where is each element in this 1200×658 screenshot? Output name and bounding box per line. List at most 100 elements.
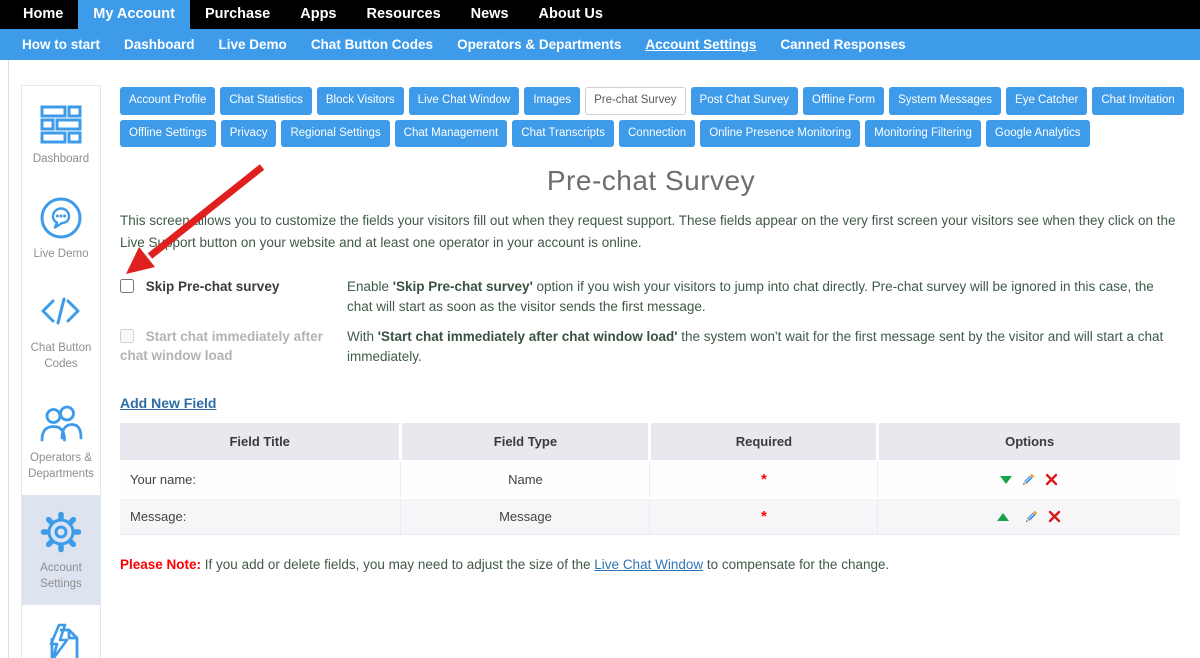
edit-pencil-icon[interactable] [1021, 472, 1036, 487]
please-note-text: Please Note: If you add or delete fields… [120, 557, 1182, 572]
settings-tabs-row-1: Account Profile Chat Statistics Block Vi… [120, 87, 1182, 115]
required-asterisk: * [761, 471, 767, 488]
top-nav: Home My Account Purchase Apps Resources … [0, 0, 1200, 29]
start-chat-label: Start chat immediately after chat window… [120, 329, 323, 364]
subnav-canned-responses[interactable]: Canned Responses [768, 29, 917, 60]
desc-bold-text: 'Skip Pre-chat survey' [393, 279, 533, 294]
tab-images[interactable]: Images [524, 87, 580, 115]
tab-eye-catcher[interactable]: Eye Catcher [1006, 87, 1087, 115]
main-content: Account Profile Chat Statistics Block Vi… [120, 60, 1182, 572]
table-row: Message: Message * [120, 498, 1180, 535]
tab-monitoring-filtering[interactable]: Monitoring Filtering [865, 120, 981, 148]
add-new-field-link[interactable]: Add New Field [120, 395, 216, 411]
sidebar-item-canned-responses[interactable]: Canned Responses [22, 605, 100, 658]
icon-sidebar: Dashboard Live Demo [21, 85, 101, 658]
tab-connection[interactable]: Connection [619, 120, 695, 148]
table-row: Your name: Name * [120, 461, 1180, 498]
col-header-required: Required [650, 423, 878, 461]
sidebar-item-label: Account Settings [25, 561, 97, 592]
gear-icon [39, 510, 83, 554]
sidebar-item-live-demo[interactable]: Live Demo [22, 181, 100, 276]
subnav-how-to-start[interactable]: How to start [10, 29, 112, 60]
skip-prechat-description: Enable 'Skip Pre-chat survey' option if … [347, 277, 1182, 318]
subnav-account-settings-label: Account Settings [645, 37, 756, 52]
field-type-cell: Message [401, 498, 650, 535]
fields-table: Field Title Field Type Required Options … [120, 423, 1180, 535]
move-up-icon[interactable] [997, 513, 1009, 521]
tab-regional-settings[interactable]: Regional Settings [281, 120, 389, 148]
tab-online-presence-monitoring[interactable]: Online Presence Monitoring [700, 120, 860, 148]
start-chat-option: Start chat immediately after chat window… [120, 327, 347, 366]
subnav-chat-button-codes[interactable]: Chat Button Codes [299, 29, 445, 60]
tab-pre-chat-survey[interactable]: Pre-chat Survey [585, 87, 685, 115]
sidebar-item-operators-departments[interactable]: Operators & Departments [22, 385, 100, 495]
tab-live-chat-window[interactable]: Live Chat Window [409, 87, 520, 115]
sidebar-item-label: Chat Button Codes [25, 341, 97, 372]
sidebar-item-account-settings[interactable]: Account Settings [22, 495, 100, 605]
tab-chat-statistics[interactable]: Chat Statistics [220, 87, 312, 115]
table-header-row: Field Title Field Type Required Options [120, 423, 1180, 461]
desc-text: Enable [347, 279, 393, 294]
col-header-options: Options [878, 423, 1180, 461]
desc-text: With [347, 329, 378, 344]
note-text: to compensate for the change. [703, 557, 889, 572]
subnav-dashboard[interactable]: Dashboard [112, 29, 207, 60]
sidebar-item-label: Operators & Departments [25, 451, 97, 482]
required-cell: * [650, 498, 878, 535]
required-asterisk: * [761, 508, 767, 525]
tab-offline-settings[interactable]: Offline Settings [120, 120, 216, 148]
subnav-live-demo[interactable]: Live Demo [207, 29, 299, 60]
survey-options: Skip Pre-chat survey Enable 'Skip Pre-ch… [120, 277, 1182, 367]
chat-bubble-icon [39, 196, 83, 240]
code-icon [39, 290, 83, 334]
top-nav-purchase[interactable]: Purchase [190, 0, 285, 29]
page-left-border [8, 60, 9, 658]
sidebar-item-chat-button-codes[interactable]: Chat Button Codes [22, 275, 100, 385]
tab-chat-transcripts[interactable]: Chat Transcripts [512, 120, 614, 148]
top-nav-apps[interactable]: Apps [285, 0, 351, 29]
sidebar-item-label: Live Demo [34, 247, 89, 263]
delete-x-icon[interactable] [1048, 510, 1061, 523]
top-nav-news[interactable]: News [456, 0, 524, 29]
subnav-account-settings[interactable]: Account Settings [633, 29, 768, 60]
please-note-prefix: Please Note: [120, 557, 201, 572]
tab-system-messages[interactable]: System Messages [889, 87, 1001, 115]
top-nav-home[interactable]: Home [8, 0, 78, 29]
delete-x-icon[interactable] [1045, 473, 1058, 486]
edit-pencil-icon[interactable] [1024, 509, 1039, 524]
top-nav-my-account[interactable]: My Account [78, 0, 190, 29]
tab-offline-form[interactable]: Offline Form [803, 87, 884, 115]
tab-chat-management[interactable]: Chat Management [395, 120, 508, 148]
lightning-page-icon [39, 620, 83, 658]
settings-tabs-row-2: Offline Settings Privacy Regional Settin… [120, 120, 1182, 148]
start-chat-description: With 'Start chat immediately after chat … [347, 327, 1182, 368]
start-chat-checkbox[interactable] [120, 329, 134, 343]
top-nav-about-us[interactable]: About Us [524, 0, 618, 29]
field-title-cell: Message: [120, 498, 401, 535]
live-chat-window-link[interactable]: Live Chat Window [594, 557, 703, 572]
dashboard-icon [39, 101, 83, 145]
tab-chat-invitation[interactable]: Chat Invitation [1092, 87, 1184, 115]
users-icon [39, 400, 83, 444]
move-down-icon[interactable] [1000, 476, 1012, 484]
tab-block-visitors[interactable]: Block Visitors [317, 87, 404, 115]
sidebar-item-dashboard[interactable]: Dashboard [22, 86, 100, 181]
desc-bold-text: 'Start chat immediately after chat windo… [378, 329, 678, 344]
tab-google-analytics[interactable]: Google Analytics [986, 120, 1090, 148]
tab-privacy[interactable]: Privacy [221, 120, 277, 148]
note-text: If you add or delete fields, you may nee… [201, 557, 594, 572]
field-title-cell: Your name: [120, 461, 401, 498]
tab-post-chat-survey[interactable]: Post Chat Survey [691, 87, 798, 115]
top-nav-resources[interactable]: Resources [351, 0, 455, 29]
options-cell [878, 461, 1180, 498]
intro-text: This screen allows you to customize the … [120, 210, 1182, 253]
required-cell: * [650, 461, 878, 498]
options-cell [878, 498, 1180, 535]
field-type-cell: Name [401, 461, 650, 498]
skip-prechat-checkbox[interactable] [120, 279, 134, 293]
subnav-operators-departments[interactable]: Operators & Departments [445, 29, 633, 60]
col-header-field-type: Field Type [401, 423, 650, 461]
tab-account-profile[interactable]: Account Profile [120, 87, 215, 115]
account-sub-nav: How to start Dashboard Live Demo Chat Bu… [0, 29, 1200, 60]
sidebar-item-label: Dashboard [33, 152, 89, 168]
